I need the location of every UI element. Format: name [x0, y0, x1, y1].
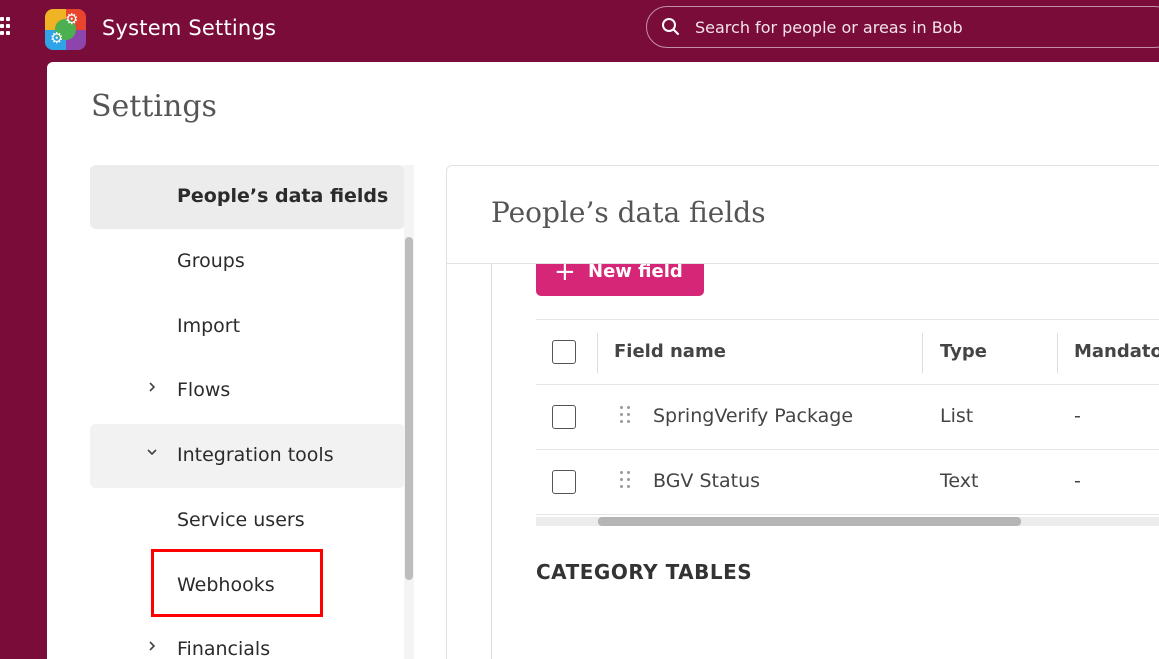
search-icon — [662, 18, 679, 35]
row-checkbox[interactable] — [552, 470, 576, 494]
column-header-mandatory[interactable]: Mandato — [1074, 341, 1159, 362]
table-row[interactable]: SpringVerify Package List - — [536, 385, 1159, 450]
sidebar-item-label: Financials — [177, 638, 271, 659]
sidebar-item-label: Service users — [177, 509, 305, 531]
column-header-field-name[interactable]: Field name — [614, 341, 726, 362]
system-settings-logo-icon: ⚙ ⚙ — [45, 9, 86, 50]
column-separator — [922, 333, 923, 373]
column-header-type[interactable]: Type — [940, 341, 987, 362]
sidebar-item-service-users[interactable]: Service users — [90, 489, 405, 553]
apps-grid-icon[interactable] — [0, 17, 14, 41]
column-separator — [597, 333, 598, 373]
select-all-checkbox[interactable] — [552, 340, 576, 364]
top-bar: ⚙ ⚙ System Settings — [0, 0, 1159, 62]
category-tables-heading: CATEGORY TABLES — [536, 560, 753, 584]
sidebar-item-label: Integration tools — [177, 444, 334, 466]
sidebar-scrollbar-thumb[interactable] — [405, 237, 413, 580]
new-field-button[interactable]: + New field — [536, 264, 704, 296]
chevron-down-icon — [147, 449, 157, 456]
sidebar-item-flows[interactable]: Flows — [90, 359, 405, 423]
new-field-label: New field — [588, 264, 683, 282]
drag-handle-icon[interactable] — [620, 406, 632, 426]
search-input[interactable] — [695, 15, 1155, 39]
webhooks-highlight-box — [151, 549, 323, 617]
sidebar-item-import[interactable]: Import — [90, 295, 405, 359]
settings-sidebar: People’s data fields Groups Import Flows… — [90, 165, 414, 659]
sidebar-scrollbar[interactable] — [404, 165, 414, 659]
sidebar-item-integration-tools[interactable]: Integration tools — [90, 424, 405, 488]
table-scrollbar-thumb[interactable] — [598, 517, 1021, 526]
sidebar-item-groups[interactable]: Groups — [90, 230, 405, 294]
settings-panel: Settings People’s data fields Groups Imp… — [47, 62, 1159, 659]
column-separator — [1057, 333, 1058, 373]
table-row[interactable]: BGV Status Text - — [536, 450, 1159, 515]
cell-field-name: BGV Status — [653, 470, 761, 492]
cell-type: Text — [940, 470, 979, 492]
sidebar-item-label: Groups — [177, 250, 245, 272]
sidebar-item-label: People’s data fields — [177, 185, 389, 207]
plus-icon: + — [554, 264, 576, 287]
content-title: People’s data fields — [491, 196, 766, 229]
chevron-right-icon — [149, 641, 156, 651]
sidebar-item-label: Flows — [177, 379, 231, 401]
content-card: People’s data fields + New field Field n… — [446, 165, 1159, 659]
chevron-right-icon — [149, 382, 156, 392]
sidebar-item-financials[interactable]: Financials — [90, 618, 405, 659]
page-title: Settings — [91, 89, 217, 124]
sidebar-item-peoples-data-fields[interactable]: People’s data fields — [90, 165, 405, 229]
global-search[interactable] — [646, 6, 1159, 48]
row-checkbox[interactable] — [552, 405, 576, 429]
table-horizontal-scrollbar[interactable] — [536, 517, 1159, 526]
cell-field-name: SpringVerify Package — [653, 405, 854, 427]
fields-section: + New field Field name Type Mandato Spri… — [491, 264, 1159, 659]
app-title: System Settings — [102, 16, 277, 40]
sidebar-item-label: Import — [177, 315, 241, 337]
cell-mandatory: - — [1074, 470, 1081, 492]
table-header: Field name Type Mandato — [536, 319, 1159, 385]
cell-type: List — [940, 405, 974, 427]
drag-handle-icon[interactable] — [620, 471, 632, 491]
cell-mandatory: - — [1074, 405, 1081, 427]
